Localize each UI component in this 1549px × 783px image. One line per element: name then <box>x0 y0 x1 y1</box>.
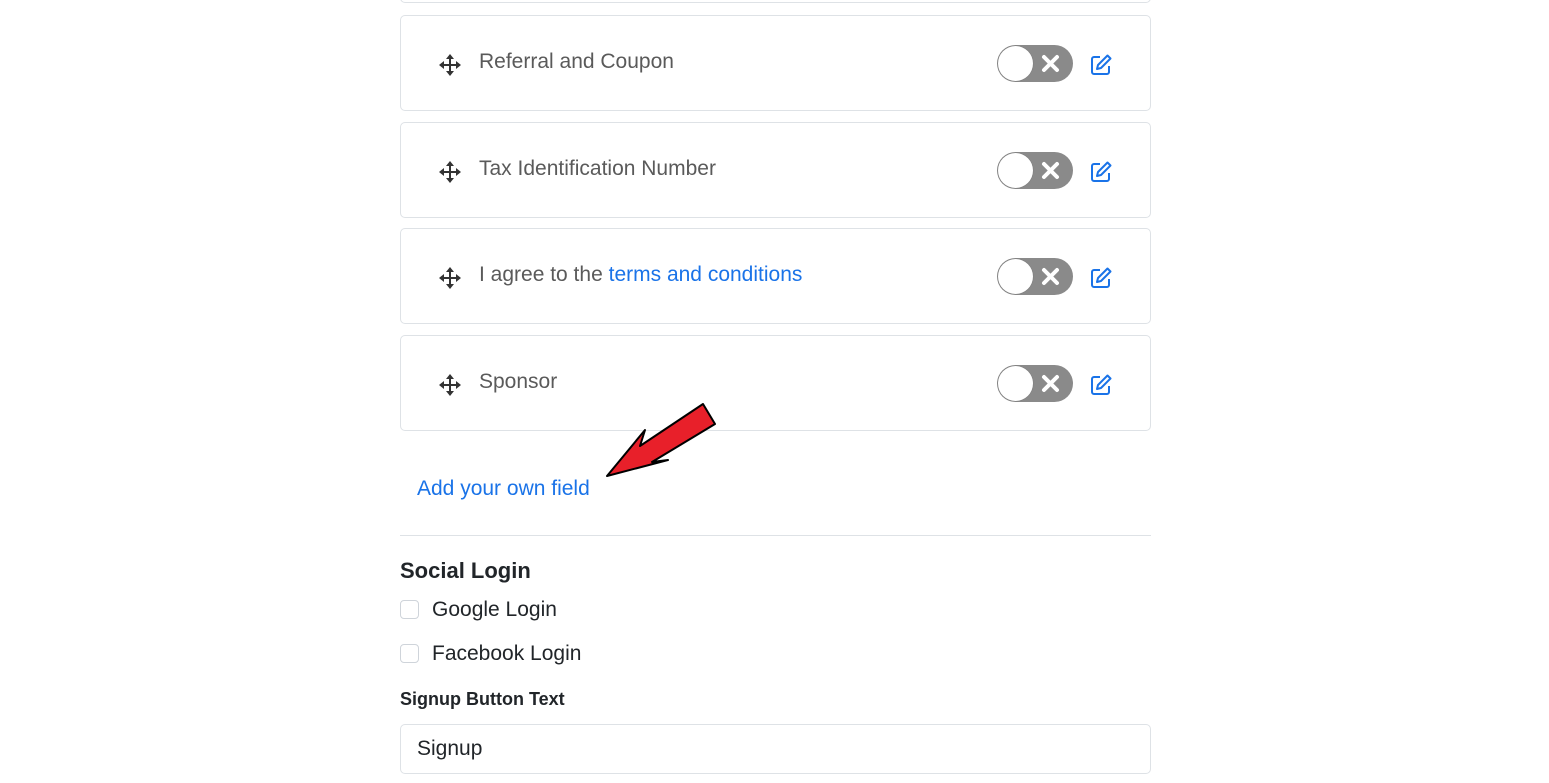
signup-button-text-input[interactable] <box>400 724 1151 774</box>
google-login-checkbox[interactable] <box>400 600 419 619</box>
terms-link[interactable]: terms and conditions <box>609 263 803 286</box>
field-card-tax-id: Tax Identification Number <box>400 122 1151 218</box>
edit-icon[interactable] <box>1090 161 1112 183</box>
field-label: Sponsor <box>479 370 558 393</box>
edit-icon[interactable] <box>1090 374 1112 396</box>
page: Referral and Coupon Tax Identification N… <box>0 0 1549 783</box>
close-icon <box>1041 54 1060 73</box>
close-icon <box>1041 267 1060 286</box>
facebook-login-checkbox[interactable] <box>400 644 419 663</box>
move-icon[interactable] <box>439 161 461 183</box>
google-login-label: Google Login <box>432 598 557 621</box>
toggle-knob <box>998 46 1033 81</box>
toggle-knob <box>998 153 1033 188</box>
facebook-login-label: Facebook Login <box>432 642 582 665</box>
field-card-sponsor: Sponsor <box>400 335 1151 431</box>
field-toggle[interactable] <box>997 365 1073 402</box>
close-icon <box>1041 161 1060 180</box>
close-icon <box>1041 374 1060 393</box>
field-label-prefix: I agree to the <box>479 263 603 286</box>
field-card-terms: I agree to the terms and conditions <box>400 228 1151 324</box>
field-toggle[interactable] <box>997 45 1073 82</box>
edit-icon[interactable] <box>1090 54 1112 76</box>
field-card-partial <box>400 0 1151 3</box>
field-label: Referral and Coupon <box>479 50 674 73</box>
edit-icon[interactable] <box>1090 267 1112 289</box>
field-toggle[interactable] <box>997 152 1073 189</box>
field-toggle[interactable] <box>997 258 1073 295</box>
divider <box>400 535 1151 536</box>
field-card-referral: Referral and Coupon <box>400 15 1151 111</box>
signup-button-text-label: Signup Button Text <box>400 689 565 709</box>
toggle-knob <box>998 366 1033 401</box>
toggle-knob <box>998 259 1033 294</box>
field-label: I agree to the terms and conditions <box>479 263 802 287</box>
move-icon[interactable] <box>439 374 461 396</box>
move-icon[interactable] <box>439 267 461 289</box>
field-label: Tax Identification Number <box>479 157 716 180</box>
annotation-arrow-icon <box>606 403 716 477</box>
add-field-link[interactable]: Add your own field <box>417 477 590 501</box>
social-login-title: Social Login <box>400 558 531 583</box>
move-icon[interactable] <box>439 54 461 76</box>
